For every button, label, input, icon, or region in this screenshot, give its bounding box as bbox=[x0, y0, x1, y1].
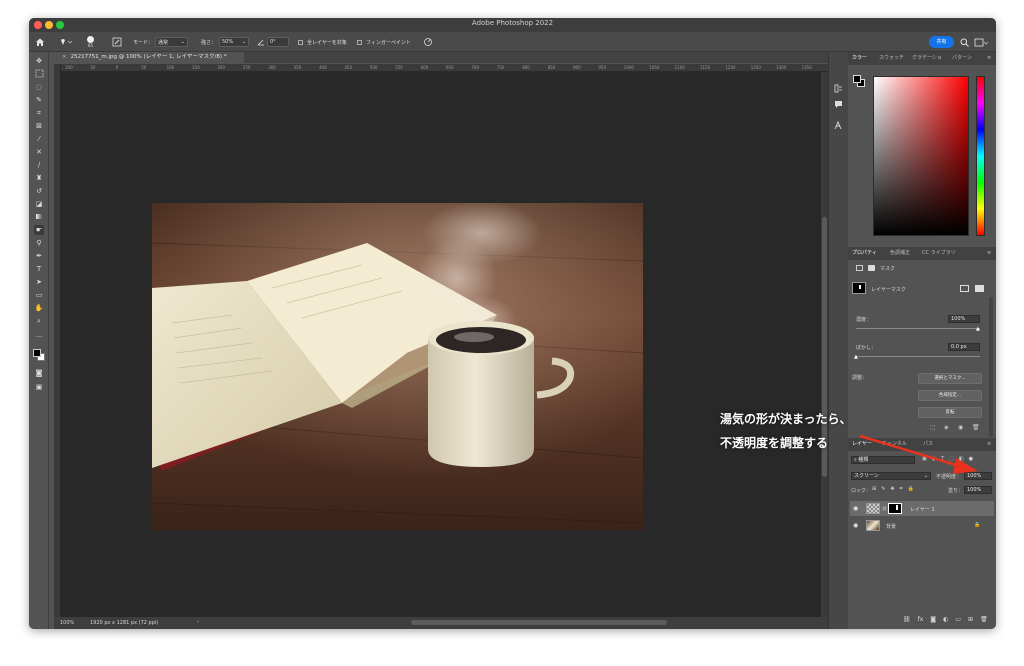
annotation-arrow bbox=[859, 434, 978, 474]
annotation-line-1: 湯気の形が決まったら、 bbox=[720, 412, 852, 426]
annotation-text: 湯気の形が決まったら、 不透明度を調整する bbox=[720, 410, 852, 452]
annotation-line-2: 不透明度を調整する bbox=[720, 436, 829, 450]
